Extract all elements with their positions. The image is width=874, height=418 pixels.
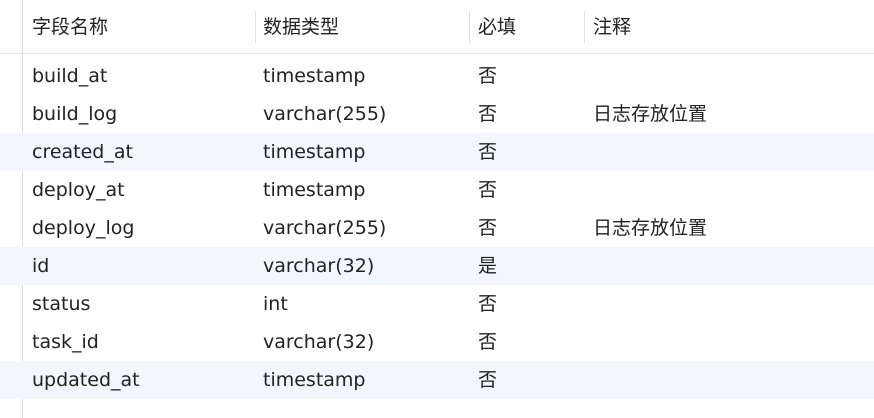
table-row[interactable]: id varchar(32) 是 [0, 247, 874, 285]
table-row[interactable]: task_id varchar(32) 否 [0, 323, 874, 361]
table-row[interactable]: updated_at timestamp 否 [0, 361, 874, 399]
table-row[interactable]: deploy_at timestamp 否 [0, 171, 874, 209]
field-name-cell: task_id [32, 331, 99, 353]
field-required-cell: 是 [478, 255, 498, 277]
table-row[interactable]: status int 否 [0, 285, 874, 323]
column-resize-handle[interactable] [584, 11, 585, 43]
table-header: 字段名称 数据类型 必填 注释 [0, 0, 874, 54]
field-name-cell: created_at [32, 141, 133, 163]
field-required-cell: 否 [478, 217, 498, 239]
column-resize-handle[interactable] [469, 11, 470, 43]
field-type-cell: timestamp [263, 369, 366, 391]
table-row[interactable]: created_at timestamp 否 [0, 133, 874, 171]
column-header-comment[interactable]: 注释 [593, 0, 631, 54]
table-row[interactable]: deploy_log varchar(255) 否 日志存放位置 [0, 209, 874, 247]
column-header-type[interactable]: 数据类型 [263, 0, 339, 54]
field-comment-cell: 日志存放位置 [593, 217, 708, 239]
field-type-cell: varchar(32) [263, 255, 375, 277]
field-name-cell: deploy_log [32, 217, 135, 239]
field-required-cell: 否 [478, 331, 498, 353]
field-required-cell: 否 [478, 179, 498, 201]
column-header-required[interactable]: 必填 [478, 0, 516, 54]
field-required-cell: 否 [478, 141, 498, 163]
field-name-cell: updated_at [32, 369, 140, 391]
column-header-name[interactable]: 字段名称 [32, 0, 108, 54]
table-body: build_at timestamp 否 build_log varchar(2… [0, 57, 874, 399]
field-type-cell: varchar(255) [263, 217, 387, 239]
field-type-cell: timestamp [263, 141, 366, 163]
field-name-cell: build_at [32, 65, 108, 87]
field-required-cell: 否 [478, 369, 498, 391]
field-name-cell: build_log [32, 103, 118, 125]
field-required-cell: 否 [478, 103, 498, 125]
table-row[interactable]: build_at timestamp 否 [0, 57, 874, 95]
field-type-cell: varchar(255) [263, 103, 387, 125]
field-required-cell: 否 [478, 65, 498, 87]
field-name-cell: deploy_at [32, 179, 125, 201]
fields-table: 字段名称 数据类型 必填 注释 build_at timestamp 否 bui… [0, 0, 874, 418]
table-row[interactable]: build_log varchar(255) 否 日志存放位置 [0, 95, 874, 133]
field-type-cell: timestamp [263, 179, 366, 201]
field-required-cell: 否 [478, 293, 498, 315]
field-type-cell: int [263, 293, 288, 315]
column-resize-handle[interactable] [255, 11, 256, 43]
field-name-cell: id [32, 255, 50, 277]
field-name-cell: status [32, 293, 91, 315]
field-type-cell: varchar(32) [263, 331, 375, 353]
field-comment-cell: 日志存放位置 [593, 103, 708, 125]
field-type-cell: timestamp [263, 65, 366, 87]
